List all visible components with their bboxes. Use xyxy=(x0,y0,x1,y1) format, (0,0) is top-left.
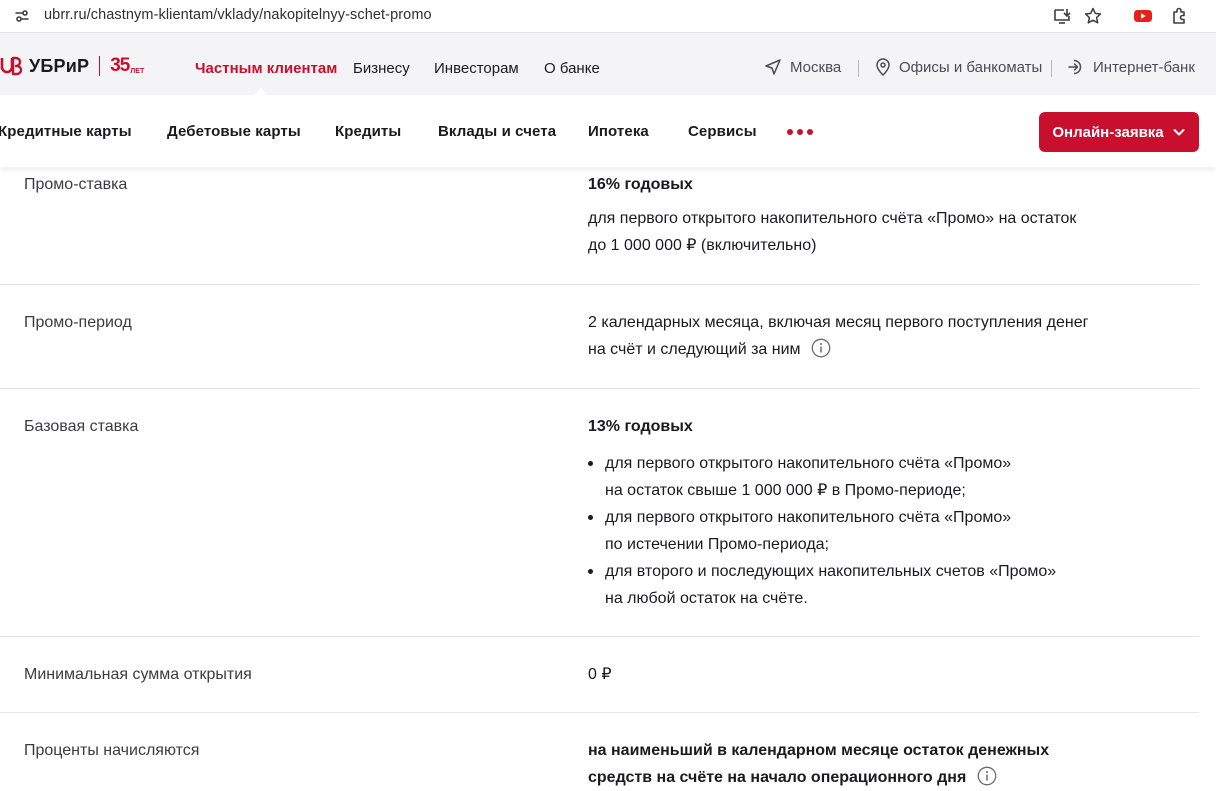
row-value-line-with-info: на счёт и следующий за ним xyxy=(588,336,831,363)
online-application-label: Онлайн-заявка xyxy=(1052,123,1164,141)
logo-anniversary-years: 35 xyxy=(110,55,130,76)
online-application-button[interactable]: Онлайн-заявка xyxy=(1039,112,1199,152)
active-tab-caret xyxy=(254,88,268,95)
extensions-puzzle-icon[interactable] xyxy=(1169,5,1191,27)
logo-anniversary-suffix: ЛЕТ xyxy=(130,67,145,75)
more-menu-icon[interactable] xyxy=(787,129,813,135)
info-icon[interactable] xyxy=(977,766,997,786)
list-item-line: по истечении Промо-периода; xyxy=(605,536,829,553)
city-selector[interactable]: Москва xyxy=(764,58,841,76)
row-value-text: на счёт и следующий за ним xyxy=(588,341,801,358)
browser-address-bar: ubrr.ru/chastnym-klientam/vklady/nakopit… xyxy=(0,0,1216,33)
chevron-down-icon xyxy=(1173,129,1185,136)
list-item: для первого открытого накопительного счё… xyxy=(588,504,1108,558)
util-divider xyxy=(1051,60,1052,77)
bookmark-star-icon[interactable] xyxy=(1082,5,1104,27)
bank-logo[interactable]: УБРиР 35 ЛЕТ xyxy=(0,55,144,77)
list-item-line: на остаток свыше 1 000 000 ₽ в Промо-пер… xyxy=(605,482,966,499)
table-row: Проценты начисляются на наименьший в кал… xyxy=(0,713,1199,791)
nav-loans[interactable]: Кредиты xyxy=(335,123,401,140)
list-item-line: на любой остаток на счёте. xyxy=(605,590,808,607)
nav-top-private-clients[interactable]: Частным клиентам xyxy=(195,60,337,77)
nav-deposits-accounts[interactable]: Вклады и счета xyxy=(438,123,556,140)
minimum-amount-value: 0 ₽ xyxy=(588,666,612,683)
row-label: Минимальная сумма открытия xyxy=(24,666,252,683)
row-label: Промо-период xyxy=(24,314,132,331)
location-arrow-icon xyxy=(765,59,781,75)
row-label: Базовая ставка xyxy=(24,418,139,435)
table-row: Промо-период 2 календарных месяца, включ… xyxy=(0,285,1199,389)
site-info-icon[interactable] xyxy=(13,7,31,25)
base-rate-conditions-list: для первого открытого накопительного счё… xyxy=(588,450,1108,612)
list-item-line: для первого открытого накопительного счё… xyxy=(605,455,1012,472)
list-item: для первого открытого накопительного счё… xyxy=(588,450,1108,504)
top-navigation: УБРиР 35 ЛЕТ Частным клиентам Бизнесу Ин… xyxy=(0,33,1216,95)
internet-bank-link[interactable]: Интернет-банк xyxy=(1067,58,1195,76)
table-row: Промо-ставка 16% годовых для первого отк… xyxy=(0,167,1199,285)
login-icon xyxy=(1068,59,1082,75)
info-icon[interactable] xyxy=(811,338,831,358)
offices-atms-label: Офисы и банкоматы xyxy=(899,58,1043,76)
internet-bank-label: Интернет-банк xyxy=(1093,58,1195,76)
table-row: Минимальная сумма открытия 0 ₽ xyxy=(0,637,1199,713)
city-label: Москва xyxy=(790,58,842,76)
list-item-line: для второго и последующих накопительных … xyxy=(605,563,1057,580)
nav-top-investors[interactable]: Инвесторам xyxy=(434,60,519,77)
row-value-line: для первого открытого накопительного счё… xyxy=(588,210,1077,227)
row-value-text: средств на счёте на начало операционного… xyxy=(588,769,967,786)
url-text[interactable]: ubrr.ru/chastnym-klientam/vklady/nakopit… xyxy=(44,7,432,23)
logo-divider xyxy=(99,56,101,76)
row-value-line-with-info: средств на счёте на начало операционного… xyxy=(588,764,997,791)
nav-mortgage[interactable]: Ипотека xyxy=(588,123,649,140)
row-value-line: 2 календарных месяца, включая месяц перв… xyxy=(588,314,1089,331)
nav-debit-cards[interactable]: Дебетовые карты xyxy=(167,123,301,140)
table-row: Базовая ставка 13% годовых для первого о… xyxy=(0,389,1199,637)
youtube-extension-icon[interactable] xyxy=(1132,5,1154,27)
util-divider xyxy=(858,60,859,77)
list-item: для второго и последующих накопительных … xyxy=(588,558,1108,612)
install-app-icon[interactable] xyxy=(1051,5,1073,27)
list-item-line: для первого открытого накопительного счё… xyxy=(605,509,1012,526)
base-rate-value: 13% годовых xyxy=(588,418,693,435)
row-label: Проценты начисляются xyxy=(24,742,200,759)
nav-top-about-bank[interactable]: О банке xyxy=(544,60,600,77)
row-label: Промо-ставка xyxy=(24,176,128,193)
row-value-line: до 1 000 000 ₽ (включительно) xyxy=(588,237,817,254)
logo-mark-icon xyxy=(0,56,23,76)
nav-top-business[interactable]: Бизнесу xyxy=(353,60,410,77)
row-value-line: на наименьший в календарном месяце остат… xyxy=(588,742,1050,759)
logo-name: УБРиР xyxy=(29,55,90,76)
deposit-terms-table: Промо-ставка 16% годовых для первого отк… xyxy=(0,167,1216,791)
offices-atms-link[interactable]: Офисы и банкоматы xyxy=(875,58,1042,76)
map-pin-icon xyxy=(876,58,890,76)
nav-services[interactable]: Сервисы xyxy=(688,123,757,140)
promo-rate-value: 16% годовых xyxy=(588,176,693,193)
main-navigation: Кредитные карты Дебетовые карты Кредиты … xyxy=(0,95,1216,167)
nav-credit-cards[interactable]: Кредитные карты xyxy=(0,123,132,140)
